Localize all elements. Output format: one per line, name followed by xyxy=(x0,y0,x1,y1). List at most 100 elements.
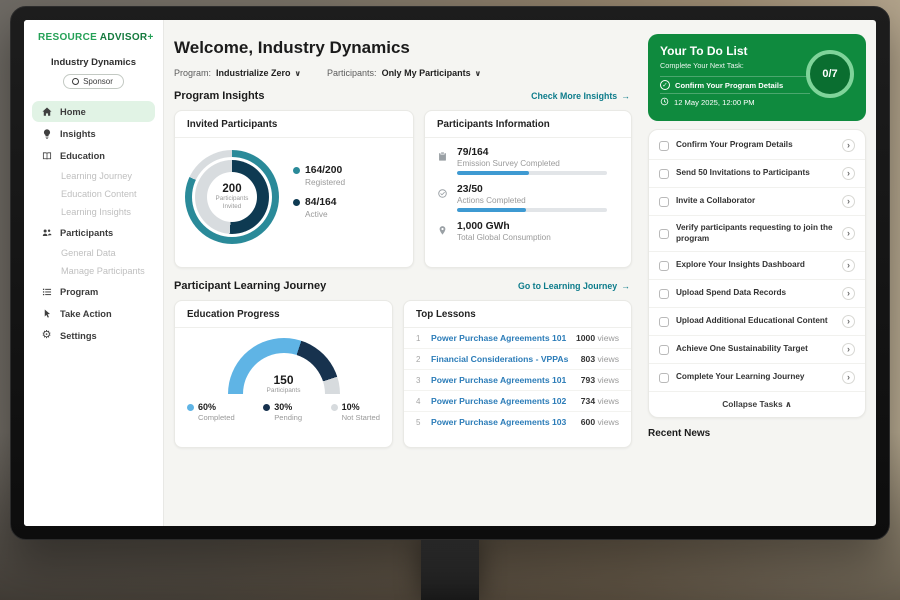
legend-label: Pending xyxy=(263,413,302,422)
lightbulb-icon xyxy=(40,127,53,140)
sidebar-item-learning-journey[interactable]: Learning Journey xyxy=(32,167,155,185)
task-checkbox[interactable] xyxy=(659,169,669,179)
participants-dropdown[interactable]: Only My Participants ∨ xyxy=(382,68,482,78)
legend-label: Not Started xyxy=(331,413,380,422)
sidebar-item-label: Program xyxy=(60,287,98,297)
task-row[interactable]: Invite a Collaborator › xyxy=(649,188,865,216)
legend-label: Active xyxy=(305,209,345,219)
book-icon xyxy=(40,149,53,162)
lesson-rank: 5 xyxy=(416,418,424,427)
brand-plus: + xyxy=(147,32,153,43)
brand-advisor: ADVISOR xyxy=(100,32,148,43)
task-row[interactable]: Explore Your Insights Dashboard › xyxy=(649,252,865,280)
lesson-link[interactable]: Financial Considerations - VPPAs xyxy=(431,354,574,364)
lesson-views-unit: views xyxy=(598,354,620,364)
task-checkbox[interactable] xyxy=(659,317,669,327)
task-row[interactable]: Achieve One Sustainability Target › xyxy=(649,336,865,364)
collapse-tasks-button[interactable]: Collapse Tasks ∧ xyxy=(649,392,865,415)
todo-next-task[interactable]: ✓ Confirm Your Program Details xyxy=(660,76,810,93)
task-row[interactable]: Upload Spend Data Records › xyxy=(649,280,865,308)
education-progress-card: Education Progress 150 Participants 60 xyxy=(174,300,393,448)
sidebar-item-insights[interactable]: Insights xyxy=(32,123,155,144)
lesson-link[interactable]: Power Purchase Agreements 101 xyxy=(431,333,569,343)
chevron-right-icon[interactable]: › xyxy=(842,139,855,152)
task-label: Confirm Your Program Details xyxy=(676,140,835,151)
legend-bullet xyxy=(263,404,270,411)
learning-journey-heading: Participant Learning Journey xyxy=(174,280,326,292)
sidebar-item-general-data[interactable]: General Data xyxy=(32,244,155,262)
info-value: 79/164 xyxy=(457,147,607,158)
chevron-right-icon[interactable]: › xyxy=(842,195,855,208)
lesson-link[interactable]: Power Purchase Agreements 103 xyxy=(431,417,574,427)
todo-progress-ring: 0/7 xyxy=(806,50,854,98)
task-checkbox[interactable] xyxy=(659,373,669,383)
task-row[interactable]: Complete Your Learning Journey › xyxy=(649,364,865,392)
sponsor-badge[interactable]: Sponsor xyxy=(63,74,124,89)
recent-news-heading: Recent News xyxy=(648,428,866,439)
task-label: Upload Spend Data Records xyxy=(676,288,835,299)
sidebar-item-participants[interactable]: Participants xyxy=(32,222,155,243)
participants-information-card: Participants Information 79/164 Emission… xyxy=(424,110,632,268)
task-checkbox[interactable] xyxy=(659,261,669,271)
task-label: Send 50 Invitations to Participants xyxy=(676,168,835,179)
chevron-right-icon[interactable]: › xyxy=(842,343,855,356)
lesson-link[interactable]: Power Purchase Agreements 102 xyxy=(431,396,574,406)
lesson-rank: 1 xyxy=(416,334,424,343)
chevron-right-icon[interactable]: › xyxy=(842,167,855,180)
chevron-right-icon[interactable]: › xyxy=(842,371,855,384)
photo-background: RESOURCE ADVISOR+ Industry Dynamics Spon… xyxy=(0,0,900,600)
info-value: 23/50 xyxy=(457,184,607,195)
check-more-insights-link[interactable]: Check More Insights → xyxy=(531,91,630,101)
chevron-right-icon[interactable]: › xyxy=(842,287,855,300)
task-label: Invite a Collaborator xyxy=(676,196,835,207)
task-row[interactable]: Upload Additional Educational Content › xyxy=(649,308,865,336)
task-checkbox[interactable] xyxy=(659,229,669,239)
clipboard-icon xyxy=(437,147,449,175)
lesson-link[interactable]: Power Purchase Agreements 101 xyxy=(431,375,574,385)
task-checkbox[interactable] xyxy=(659,289,669,299)
task-checkbox[interactable] xyxy=(659,345,669,355)
task-row[interactable]: Send 50 Invitations to Participants › xyxy=(649,160,865,188)
sidebar-item-learning-insights[interactable]: Learning Insights xyxy=(32,203,155,221)
task-checkbox[interactable] xyxy=(659,197,669,207)
legend-bullet xyxy=(293,199,300,206)
task-row[interactable]: Confirm Your Program Details › xyxy=(649,132,865,160)
task-label: Explore Your Insights Dashboard xyxy=(676,260,835,271)
lesson-views-value: 1000 xyxy=(576,333,595,343)
program-filter-label: Program: xyxy=(174,68,211,78)
top-lessons-card: Top Lessons 1 Power Purchase Agreements … xyxy=(403,300,632,448)
sidebar-item-home[interactable]: Home xyxy=(32,101,155,122)
sidebar-item-education-content[interactable]: Education Content xyxy=(32,185,155,203)
sidebar-item-education[interactable]: Education xyxy=(32,145,155,166)
sidebar-nav: Home Insights Education Learning Journey… xyxy=(24,101,163,346)
sidebar-item-label: Participants xyxy=(60,228,113,238)
program-dropdown[interactable]: Industrialize Zero ∨ xyxy=(216,68,301,78)
go-to-learning-journey-link[interactable]: Go to Learning Journey → xyxy=(518,281,630,291)
list-icon xyxy=(40,285,53,298)
task-row[interactable]: Verify participants requesting to join t… xyxy=(649,216,865,252)
arrow-right-icon: → xyxy=(621,281,630,291)
lesson-rank: 3 xyxy=(416,376,424,385)
sidebar-item-label: Home xyxy=(60,107,86,117)
sidebar-item-label: Settings xyxy=(60,331,97,341)
progress-fill xyxy=(457,208,526,212)
legend-bullet xyxy=(331,404,338,411)
sidebar-item-settings[interactable]: ⚙ Settings xyxy=(32,325,155,346)
todo-panel: Your To Do List Complete Your Next Task:… xyxy=(644,20,876,526)
gauge-legend: 60% Completed 30% Pending 10% Not Starte… xyxy=(175,398,392,422)
chevron-right-icon[interactable]: › xyxy=(842,227,855,240)
info-label: Total Global Consumption xyxy=(457,233,551,242)
sidebar-item-program[interactable]: Program xyxy=(32,281,155,302)
sidebar-item-manage-participants[interactable]: Manage Participants xyxy=(32,262,155,280)
todo-due-date: 12 May 2025, 12:00 PM xyxy=(660,93,810,111)
chevron-down-icon: ∨ xyxy=(475,69,482,78)
chevron-right-icon[interactable]: › xyxy=(842,315,855,328)
lesson-rank: 2 xyxy=(416,355,424,364)
info-value: 1,000 GWh xyxy=(457,221,551,232)
task-checkbox[interactable] xyxy=(659,141,669,151)
legend-value: 30% xyxy=(274,402,292,412)
cursor-icon xyxy=(40,307,53,320)
sidebar-item-take-action[interactable]: Take Action xyxy=(32,303,155,324)
education-gauge-chart: 150 Participants xyxy=(228,338,340,394)
chevron-right-icon[interactable]: › xyxy=(842,259,855,272)
